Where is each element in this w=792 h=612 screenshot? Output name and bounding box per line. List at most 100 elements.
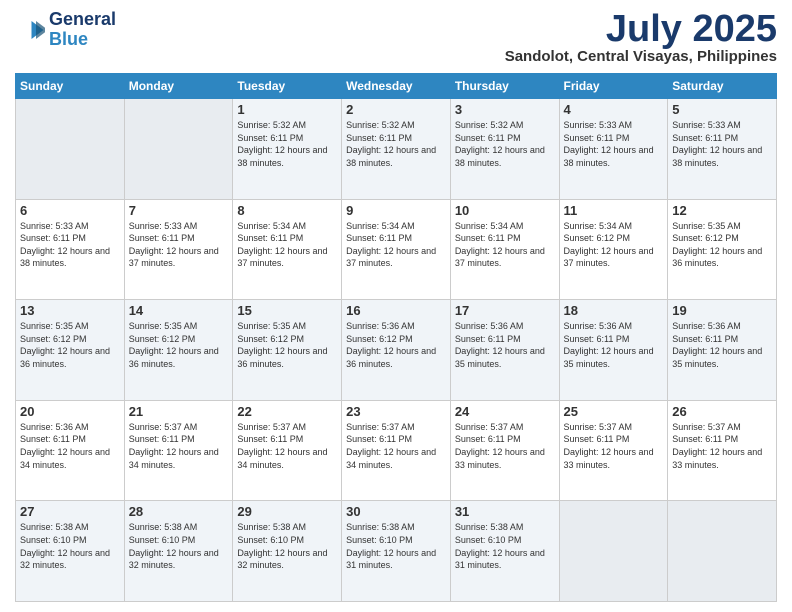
sunrise-label: Sunrise: 5:38 AM [455, 522, 524, 532]
sunset-label: Sunset: 6:11 PM [455, 334, 521, 344]
table-row: 29Sunrise: 5:38 AMSunset: 6:10 PMDayligh… [233, 501, 342, 602]
col-saturday: Saturday [668, 74, 777, 99]
daylight-label: Daylight: 12 hours and 36 minutes. [346, 346, 436, 369]
daylight-label: Daylight: 12 hours and 34 minutes. [129, 447, 219, 470]
day-info: Sunrise: 5:37 AMSunset: 6:11 PMDaylight:… [346, 421, 446, 471]
month-title: July 2025 [505, 10, 777, 48]
day-info: Sunrise: 5:32 AM Sunset: 6:11 PM Daylight:… [346, 119, 446, 169]
table-row: 12Sunrise: 5:35 AMSunset: 6:12 PMDayligh… [668, 199, 777, 300]
sunset-label: Sunset: 6:10 PM [20, 535, 87, 545]
daylight-label: Daylight: 12 hours and 34 minutes. [346, 447, 436, 470]
daylight-label: Daylight: 12 hours and 38 minutes. [20, 246, 110, 269]
sunset-label: Sunset: 6:11 PM [129, 434, 195, 444]
table-row: 21Sunrise: 5:37 AMSunset: 6:11 PMDayligh… [124, 400, 233, 501]
logo-icon [15, 15, 45, 45]
daylight-label: Daylight: 12 hours and 35 minutes. [455, 346, 545, 369]
table-row: 14Sunrise: 5:35 AMSunset: 6:12 PMDayligh… [124, 300, 233, 401]
daylight-label: Daylight: 12 hours and 38 minutes. [455, 145, 545, 168]
sunrise-label: Sunrise: 5:35 AM [672, 221, 741, 231]
daylight-label: Daylight: 12 hours and 37 minutes. [564, 246, 654, 269]
sunrise-label: Sunrise: 5:34 AM [346, 221, 415, 231]
sunrise-label: Sunrise: 5:32 AM [346, 120, 415, 130]
table-row: 18Sunrise: 5:36 AMSunset: 6:11 PMDayligh… [559, 300, 668, 401]
sunset-label: Sunset: 6:11 PM [346, 133, 412, 143]
table-row: 24Sunrise: 5:37 AMSunset: 6:11 PMDayligh… [450, 400, 559, 501]
day-info: Sunrise: 5:37 AMSunset: 6:11 PMDaylight:… [564, 421, 664, 471]
daylight-label: Daylight: 12 hours and 37 minutes. [237, 246, 327, 269]
table-row: 17Sunrise: 5:36 AMSunset: 6:11 PMDayligh… [450, 300, 559, 401]
sunrise-label: Sunrise: 5:37 AM [672, 422, 741, 432]
table-row: 1Sunrise: 5:32 AMSunset: 6:11 PMDaylight… [233, 99, 342, 200]
table-row: 22Sunrise: 5:37 AMSunset: 6:11 PMDayligh… [233, 400, 342, 501]
daylight-label: Daylight: 12 hours and 33 minutes. [672, 447, 762, 470]
day-number: 19 [672, 303, 772, 318]
table-row: 7Sunrise: 5:33 AMSunset: 6:11 PMDaylight… [124, 199, 233, 300]
day-number: 5 [672, 102, 772, 117]
day-info: Sunrise: 5:34 AMSunset: 6:11 PMDaylight:… [237, 220, 337, 270]
page: General Blue July 2025 Sandolot, Central… [0, 0, 792, 612]
table-row [16, 99, 125, 200]
day-info: Sunrise: 5:38 AMSunset: 6:10 PMDaylight:… [20, 521, 120, 571]
sunset-label: Sunset: 6:11 PM [672, 434, 738, 444]
day-info: Sunrise: 5:34 AM Sunset: 6:12 PM Daylight:… [564, 220, 664, 270]
day-number: 17 [455, 303, 555, 318]
col-friday: Friday [559, 74, 668, 99]
table-row: 4Sunrise: 5:33 AMSunset: 6:11 PMDaylight… [559, 99, 668, 200]
day-number: 12 [672, 203, 772, 218]
daylight-label: Daylight: 12 hours and 38 minutes. [346, 145, 436, 168]
sunset-label: Sunset: 6:11 PM [20, 233, 86, 243]
sunset-label: Sunset: 6:11 PM [672, 334, 738, 344]
sunrise-label: Sunrise: 5:34 AM [455, 221, 524, 231]
daylight-label: Daylight: 12 hours and 37 minutes. [346, 246, 436, 269]
day-number: 21 [129, 404, 229, 419]
sunset-label: Sunset: 6:11 PM [455, 233, 521, 243]
sunset-label: Sunset: 6:12 PM [672, 233, 739, 243]
day-number: 11 [564, 203, 664, 218]
day-number: 24 [455, 404, 555, 419]
sunset-label: Sunset: 6:11 PM [455, 434, 521, 444]
sunset-label: Sunset: 6:11 PM [129, 233, 195, 243]
day-info: Sunrise: 5:36 AMSunset: 6:11 PMDaylight:… [20, 421, 120, 471]
calendar-week-row: 13Sunrise: 5:35 AMSunset: 6:12 PMDayligh… [16, 300, 777, 401]
sunrise-label: Sunrise: 5:38 AM [346, 522, 415, 532]
day-number: 18 [564, 303, 664, 318]
table-row: 15Sunrise: 5:35 AMSunset: 6:12 PMDayligh… [233, 300, 342, 401]
sunset-label: Sunset: 6:11 PM [564, 334, 630, 344]
sunrise-label: Sunrise: 5:38 AM [237, 522, 306, 532]
table-row: 27Sunrise: 5:38 AMSunset: 6:10 PMDayligh… [16, 501, 125, 602]
sunset-label: Sunset: 6:12 PM [564, 233, 631, 243]
daylight-label: Daylight: 12 hours and 37 minutes. [455, 246, 545, 269]
day-info: Sunrise: 5:34 AMSunset: 6:11 PMDaylight:… [346, 220, 446, 270]
sunset-label: Sunset: 6:12 PM [346, 334, 413, 344]
table-row: 16Sunrise: 5:36 AMSunset: 6:12 PMDayligh… [342, 300, 451, 401]
day-info: Sunrise: 5:32 AMSunset: 6:11 PMDaylight:… [455, 119, 555, 169]
sunset-label: Sunset: 6:12 PM [20, 334, 87, 344]
sunrise-label: Sunrise: 5:36 AM [346, 321, 415, 331]
day-info: Sunrise: 5:38 AMSunset: 6:10 PMDaylight:… [346, 521, 446, 571]
day-number: 26 [672, 404, 772, 419]
sunset-label: Sunset: 6:11 PM [237, 434, 303, 444]
daylight-label: Daylight: 12 hours and 38 minutes. [672, 145, 762, 168]
daylight-label: Daylight: 12 hours and 37 minutes. [129, 246, 219, 269]
daylight-label: Daylight: 12 hours and 31 minutes. [346, 548, 436, 571]
daylight-label: Daylight: 12 hours and 32 minutes. [237, 548, 327, 571]
daylight-label: Daylight: 12 hours and 38 minutes. [237, 145, 327, 168]
table-row: 5 Sunrise: 5:33 AMSunset: 6:11 PMDaylight… [668, 99, 777, 200]
title-block: July 2025 Sandolot, Central Visayas, Phi… [505, 10, 777, 65]
sunrise-label: Sunrise: 5:34 AM [564, 221, 633, 231]
sunset-label: Sunset: 6:12 PM [237, 334, 304, 344]
table-row: 6Sunrise: 5:33 AMSunset: 6:11 PMDaylight… [16, 199, 125, 300]
day-number: 20 [20, 404, 120, 419]
calendar-header-row: Sunday Monday Tuesday Wednesday Thursday… [16, 74, 777, 99]
day-info: Sunrise: 5:38 AMSunset: 6:10 PMDaylight:… [237, 521, 337, 571]
sunset-label: Sunset: 6:11 PM [237, 133, 303, 143]
sunrise-label: Sunrise: 5:32 AM [237, 120, 306, 130]
calendar-week-row: 20 Sunrise: 5:36 AMSunset: 6:11 PMDayligh… [16, 400, 777, 501]
table-row: 11 Sunrise: 5:34 AM Sunset: 6:12 PM Dayligh… [559, 199, 668, 300]
day-info: Sunrise: 5:33 AMSunset: 6:11 PMDaylight:… [672, 119, 772, 169]
day-number: 3 [455, 102, 555, 117]
day-number: 25 [564, 404, 664, 419]
sunrise-label: Sunrise: 5:36 AM [564, 321, 633, 331]
daylight-label: Daylight: 12 hours and 38 minutes. [564, 145, 654, 168]
day-number: 2 [346, 102, 446, 117]
